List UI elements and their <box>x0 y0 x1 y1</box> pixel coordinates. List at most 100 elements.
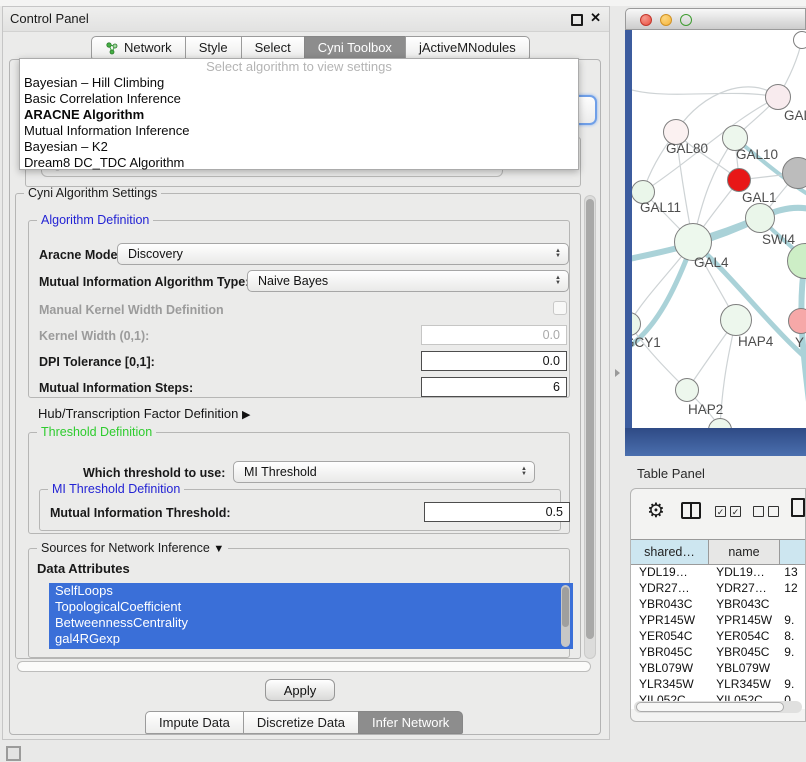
cell-name: YDL19… <box>708 565 778 581</box>
table-body: YDL19… YDL19… 13 YDR27… YDR27… 12 YBR043… <box>631 565 805 709</box>
close-traffic-light-icon[interactable] <box>640 14 652 26</box>
network-node-label: SWI4 <box>762 232 795 247</box>
deselect-checkbox-icon[interactable] <box>768 506 779 517</box>
select-all-checkbox-icon[interactable]: ✓ <box>715 506 726 517</box>
aracne-mode-value: Discovery <box>118 247 555 261</box>
cell-name: YLR345W <box>708 677 778 693</box>
cyni-algorithm-settings-group: Cyni Algorithm Settings Algorithm Defini… <box>15 193 581 659</box>
dock-handle[interactable] <box>6 746 21 761</box>
expanded-arrow-icon[interactable]: ▼ <box>213 543 224 555</box>
attribute-list-item[interactable]: SelfLoops <box>49 583 573 599</box>
network-node-hap2[interactable] <box>675 378 699 402</box>
table-row[interactable]: YLR345W YLR345W 9. <box>631 677 805 693</box>
apply-button[interactable]: Apply <box>265 679 335 701</box>
column-header-cut[interactable] <box>779 539 806 565</box>
hub-section-toggle[interactable]: Hub/Transcription Factor Definition ▶ <box>38 406 250 421</box>
settings-group-title: Cyni Algorithm Settings <box>24 186 161 200</box>
attribute-list-item[interactable]: gal4RGexp <box>49 631 573 647</box>
cyni-bottom-tabbar: Impute Data Discretize Data Infer Networ… <box>145 711 463 734</box>
tab-jactivemnodules[interactable]: jActiveMNodules <box>405 36 530 59</box>
network-window-frame: GALGAL80GAL10GAL1GAL11SWI4GAL4GCY1HAP4YH… <box>625 30 806 456</box>
table-row[interactable]: YDR27… YDR27… 12 <box>631 581 805 597</box>
manual-kernel-label: Manual Kernel Width Definition <box>39 303 224 317</box>
dropdown-item[interactable]: Bayesian – Hill Climbing <box>20 75 578 91</box>
zoom-traffic-light-icon[interactable] <box>680 14 692 26</box>
cell-value: 9. <box>778 645 805 661</box>
deselect-checkbox-icon[interactable] <box>753 506 764 517</box>
settings-vertical-scrollbar[interactable] <box>584 195 596 659</box>
control-panel-window: Control Panel ✕ Network Style Select Cyn… <box>2 6 610 740</box>
table-row[interactable]: YBL079W YBL079W <box>631 661 805 677</box>
which-threshold-combo[interactable]: MI Threshold ▲▼ <box>233 461 535 483</box>
dropdown-items: Bayesian – Hill Climbing Basic Correlati… <box>20 75 578 171</box>
network-node-label: GCY1 <box>632 335 661 350</box>
network-node-hap4[interactable] <box>720 304 752 336</box>
settings-horizontal-scrollbar[interactable] <box>17 661 591 672</box>
close-panel-icon[interactable]: ✕ <box>590 11 601 25</box>
mi-threshold-field[interactable]: 0.5 <box>424 502 570 522</box>
table-horizontal-scrollbar[interactable] <box>634 701 802 713</box>
tab-jactivemnodules-label: jActiveMNodules <box>419 40 516 55</box>
network-node[interactable] <box>793 31 806 49</box>
data-attributes-list[interactable]: SelfLoops TopologicalCoefficient Between… <box>49 583 573 649</box>
sources-title-text: Sources for Network Inference <box>41 541 210 555</box>
pane-divider-handle[interactable] <box>615 369 620 377</box>
tab-discretize-data[interactable]: Discretize Data <box>243 711 359 734</box>
table-row[interactable]: YPR145W YPR145W 9. <box>631 613 805 629</box>
settings-scroll-thumb[interactable] <box>586 199 594 639</box>
attribute-list-scrollbar[interactable] <box>561 585 570 647</box>
network-node-gal[interactable] <box>765 84 791 110</box>
kernel-width-field[interactable]: 0.0 <box>421 325 567 345</box>
attribute-list-scroll-thumb[interactable] <box>562 587 569 627</box>
manual-kernel-checkbox[interactable] <box>553 301 567 315</box>
mi-algorithm-type-combo[interactable]: Naive Bayes ▲▼ <box>247 270 569 292</box>
tab-cyni-toolbox-label: Cyni Toolbox <box>318 40 392 55</box>
dropdown-item[interactable]: Basic Correlation Inference <box>20 91 578 107</box>
split-column-icon[interactable] <box>681 502 701 519</box>
aracne-mode-combo[interactable]: Discovery ▲▼ <box>117 243 569 265</box>
table-row[interactable]: YER054C YER054C 8. <box>631 629 805 645</box>
table-panel: ⚙ ✓ ✓ shared… name YDL19… YDL19… 13 <box>630 488 806 722</box>
combo-arrows-icon: ▲▼ <box>555 276 561 286</box>
table-row[interactable]: YBR045C YBR045C 9. <box>631 645 805 661</box>
tab-infer-network[interactable]: Infer Network <box>358 711 463 734</box>
cell-value <box>778 597 805 613</box>
tab-cyni-toolbox[interactable]: Cyni Toolbox <box>304 36 406 59</box>
new-table-icon[interactable] <box>791 498 805 517</box>
attribute-list-item[interactable]: TopologicalCoefficient <box>49 599 573 615</box>
tab-impute-data[interactable]: Impute Data <box>145 711 244 734</box>
gear-icon[interactable]: ⚙ <box>647 498 665 523</box>
attribute-list-item[interactable]: BetweennessCentrality <box>49 615 573 631</box>
network-frame-bottom <box>625 428 806 456</box>
column-header-shared-name[interactable]: shared… <box>630 539 709 565</box>
cell-shared-name: YPR145W <box>631 613 708 629</box>
hub-section-label: Hub/Transcription Factor Definition <box>38 406 238 421</box>
network-window-titlebar[interactable] <box>625 8 806 30</box>
dropdown-item[interactable]: Dream8 DC_TDC Algorithm <box>20 155 578 171</box>
threshold-definition-group: Threshold Definition Which threshold to … <box>28 432 570 534</box>
network-node[interactable] <box>782 157 806 189</box>
float-panel-icon[interactable] <box>571 14 583 26</box>
dpi-tolerance-field[interactable]: 0.0 <box>421 351 567 371</box>
tab-network[interactable]: Network <box>91 36 186 59</box>
minimize-traffic-light-icon[interactable] <box>660 14 672 26</box>
select-all-checkbox-icon[interactable]: ✓ <box>730 506 741 517</box>
mi-steps-field[interactable]: 6 <box>421 377 567 397</box>
network-icon <box>105 41 119 55</box>
dropdown-item[interactable]: Bayesian – K2 <box>20 139 578 155</box>
column-header-name[interactable]: name <box>708 539 780 565</box>
tab-style[interactable]: Style <box>185 36 242 59</box>
table-row[interactable]: YBR043C YBR043C <box>631 597 805 613</box>
dropdown-item[interactable]: ARACNE Algorithm <box>20 107 578 123</box>
combo-arrows-icon: ▲▼ <box>521 467 527 477</box>
table-scroll-thumb[interactable] <box>636 702 784 712</box>
table-header-row: shared… name <box>631 539 806 565</box>
network-canvas[interactable]: GALGAL80GAL10GAL1GAL11SWI4GAL4GCY1HAP4YH… <box>632 30 806 428</box>
network-node-gal1[interactable] <box>727 168 751 192</box>
algorithm-dropdown-list: Select algorithm to view settings Bayesi… <box>19 58 579 170</box>
network-node-swi4[interactable] <box>745 203 775 233</box>
table-row[interactable]: YDL19… YDL19… 13 <box>631 565 805 581</box>
algorithm-definition-group: Algorithm Definition Aracne Mode: Discov… <box>28 220 570 398</box>
tab-select[interactable]: Select <box>241 36 305 59</box>
dropdown-item[interactable]: Mutual Information Inference <box>20 123 578 139</box>
